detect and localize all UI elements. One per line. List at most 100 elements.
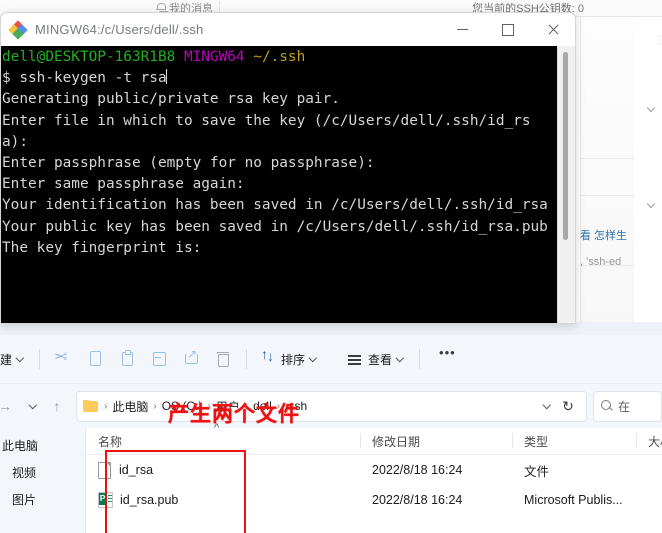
terminal-output: dell@DESKTOP-163R1B8 MINGW64 ~/.ssh $ ss… [1,46,554,259]
share-button[interactable] [175,343,207,375]
maximize-button[interactable] [485,13,530,46]
output-line-2: Enter passphrase (empty for no passphras… [2,155,375,172]
output-line-3: Enter same passphrase again: [2,176,245,193]
sidebar-item-this-pc[interactable]: 此电脑 [0,432,85,459]
breadcrumb-sep: › [207,400,211,412]
breadcrumb-item-0[interactable]: 此电脑 [110,398,150,415]
minimize-button[interactable] [440,13,485,46]
sidebar-item-label: 图片 [12,493,37,507]
search-box[interactable]: 在 [593,390,662,422]
background-content-column [580,17,635,335]
background-right-column [634,17,662,335]
refresh-button[interactable]: ↻ [558,397,578,417]
rename-icon [150,350,168,368]
file-name-label: id_rsa [119,463,154,477]
background-dots-1: ⋮⋮⋮ [655,35,662,46]
folder-icon [83,399,99,413]
breadcrumb-sep: › [153,400,157,412]
sort-ascending-icon: ^ [214,422,220,434]
ellipsis-icon [439,345,458,368]
terminal-body[interactable]: dell@DESKTOP-163R1B8 MINGW64 ~/.ssh $ ss… [1,46,575,323]
explorer-main: 此电脑 视频 图片 名称 ^ 修改日期 类型 大 id_rsa 2022/8/1… [0,422,662,533]
file-list: 名称 ^ 修改日期 类型 大小 id_r [86,422,662,533]
rename-button[interactable] [143,343,175,375]
view-label: 查看 [368,352,393,367]
window-controls [440,13,575,46]
scissors-icon [54,350,72,368]
new-button-label: 建 [0,352,13,367]
mingw64-terminal-window[interactable]: MINGW64:/c/Users/dell/.ssh dell@DESKTOP-… [0,12,576,324]
terminal-title: MINGW64:/c/Users/dell/.ssh [35,22,204,37]
output-line-6: The key fingerprint is: [2,239,202,256]
more-options-button[interactable] [433,343,465,375]
chevron-down-icon [397,355,405,363]
file-name-cell[interactable]: id_rsa [86,461,360,479]
share-icon [182,347,200,368]
delete-button[interactable] [207,343,239,375]
trash-icon [214,350,232,368]
breadcrumb-item-4[interactable]: .ssh [283,399,309,413]
close-button[interactable] [530,13,575,46]
sort-icon [261,346,277,368]
terminal-scrollbar-thumb[interactable] [563,52,568,240]
prompt-user-host: dell@DESKTOP-163R1B8 [2,49,176,65]
output-line-1: Enter file in which to save the key (/c/… [2,112,531,150]
arrow-right-icon: → [0,398,12,414]
sidebar-item-label: 视频 [12,466,37,480]
breadcrumb-item-1[interactable]: OS (C:) [160,399,205,413]
background-chevron-2[interactable] [648,200,657,209]
up-button[interactable]: ↑ [44,392,70,420]
file-type-cell: Microsoft Publis... [524,493,623,507]
explorer-sidebar: 此电脑 视频 图片 [0,428,86,533]
paste-icon [118,350,136,368]
sidebar-item-label: 此电脑 [2,439,39,453]
file-list-header: 名称 ^ 修改日期 类型 大小 [86,422,662,455]
table-row[interactable]: id_rsa.pub 2022/8/18 16:24 Microsoft Pub… [86,485,662,515]
address-dropdown-icon[interactable] [544,402,552,410]
background-link-text[interactable]: 看 怎样生 [580,227,627,243]
terminal-scrollbar[interactable] [557,46,575,323]
sort-button[interactable]: 排序 [254,343,325,375]
file-type-cell: 文件 [524,464,550,479]
file-date-cell: 2022/8/18 16:24 [372,493,463,507]
chevron-down-icon [310,355,318,363]
background-divider-2 [580,195,634,196]
background-code-text: , 'ssh-ed [580,256,622,268]
table-row[interactable]: id_rsa 2022/8/18 16:24 文件 [86,455,662,485]
cut-button[interactable] [47,343,79,375]
column-header-size[interactable]: 大小 [636,428,662,454]
breadcrumb-item-3[interactable]: dell [251,399,274,413]
output-line-5: Your public key has been saved in /c/Use… [2,218,548,235]
terminal-titlebar[interactable]: MINGW64:/c/Users/dell/.ssh [1,13,575,46]
search-input[interactable]: 在 [618,398,630,415]
breadcrumb-item-2[interactable]: 用户 [214,398,242,415]
explorer-address-row: → ↑ › 此电脑 › OS (C:) › 用户 › dell › .ssh ↻… [0,384,662,428]
file-name-cell[interactable]: id_rsa.pub [86,492,360,508]
column-header-label: 名称 [98,434,123,449]
sort-label: 排序 [281,352,306,367]
toolbar-divider-2 [246,349,248,369]
new-button[interactable]: 建 [0,343,32,375]
column-header-label: 类型 [524,434,549,449]
maximize-icon [501,23,514,36]
paste-button[interactable] [111,343,143,375]
history-dropdown-button[interactable] [18,392,44,420]
sidebar-item-pictures[interactable]: 图片 [0,486,85,513]
sidebar-item-videos[interactable]: 视频 [0,459,85,486]
view-button[interactable]: 查看 [339,343,412,375]
column-header-name[interactable]: 名称 ^ [86,422,360,454]
column-header-date-modified[interactable]: 修改日期 [360,428,512,454]
breadcrumb-sep: › [244,400,249,412]
copy-button[interactable] [79,343,111,375]
toolbar-divider-1 [39,349,41,369]
file-date-cell: 2022/8/18 16:24 [372,463,463,477]
forward-button[interactable]: → [0,392,18,420]
background-chevron-1[interactable] [648,104,657,113]
explorer-toolbar: 建 排序 查看 [0,335,662,384]
prompt-symbol: $ [2,70,20,87]
prompt-path: ~/.ssh [253,49,306,65]
column-header-type[interactable]: 类型 [512,428,636,454]
blank-document-icon [98,461,112,479]
address-bar[interactable]: › 此电脑 › OS (C:) › 用户 › dell › .ssh ↻ [76,390,587,422]
close-icon [547,24,559,36]
